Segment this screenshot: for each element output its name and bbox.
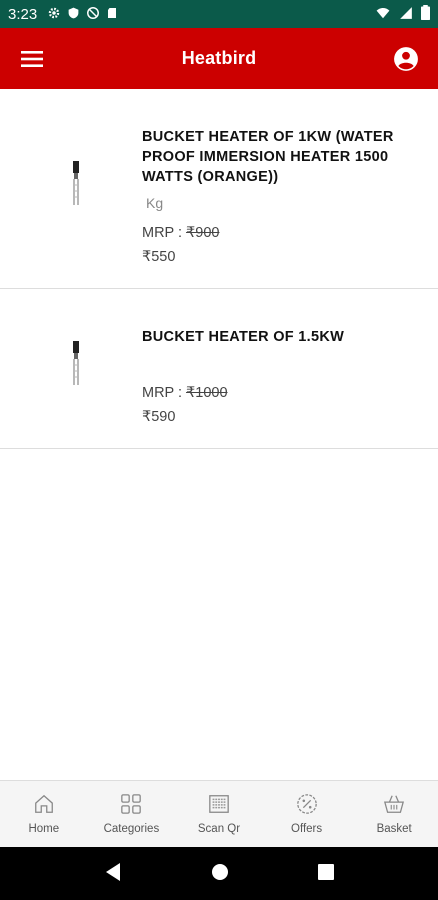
nav-scan-qr[interactable]: Scan Qr [175,781,263,847]
product-card[interactable]: BUCKET HEATER OF 1.5KW MRP : ₹1000 ₹590 [0,289,438,449]
product-image [66,341,86,387]
nav-offers[interactable]: Offers [263,781,351,847]
nav-label: Offers [291,823,323,835]
signal-icon [399,5,413,24]
hamburger-menu-icon[interactable] [0,28,64,89]
sd-card-icon [106,5,118,24]
product-name: BUCKET HEATER OF 1.5KW [142,329,345,345]
mrp-value: ₹1000 [186,385,228,401]
nav-label: Scan Qr [197,823,241,835]
product-card[interactable]: BUCKET HEATER OF 1KW (WATER PROOF IMMERS… [0,89,438,289]
bottom-navigation: Home Categories Scan Qr Offers Basket [0,780,438,847]
app-title: Heatbird [181,48,257,68]
gear-icon [47,5,61,24]
home-icon [33,793,55,819]
discount-badge-icon [296,793,318,819]
recents-icon[interactable] [317,863,334,884]
nav-home[interactable]: Home [0,781,88,847]
product-unit: Kg [146,195,164,211]
product-mrp: MRP : ₹900 [142,225,418,241]
mrp-label: MRP : [142,385,187,401]
product-name: BUCKET HEATER OF 1KW (WATER PROOF IMMERS… [142,129,394,185]
app-bar: Heatbird [0,28,438,89]
home-circle-icon[interactable] [211,863,229,885]
nav-categories[interactable]: Categories [88,781,176,847]
product-price: ₹590 [142,409,176,425]
system-navigation-bar [0,847,438,900]
grid-icon [120,793,142,819]
product-list: BUCKET HEATER OF 1KW (WATER PROOF IMMERS… [0,89,438,449]
nav-label: Basket [376,823,412,835]
product-image [66,161,86,207]
shield-icon [67,5,80,24]
mrp-value: ₹900 [186,225,220,241]
mrp-label: MRP : [142,225,187,241]
nav-label: Categories [103,823,160,835]
product-mrp: MRP : ₹1000 [142,385,418,401]
back-icon[interactable] [104,862,122,886]
qr-scan-icon [208,793,230,819]
basket-icon [383,793,405,819]
nav-label: Home [28,823,60,835]
battery-icon [421,4,430,24]
wifi-icon [375,5,391,24]
status-time: 3:23 [8,5,38,23]
product-price: ₹550 [142,249,176,265]
status-bar: 3:23 [0,0,438,28]
account-circle-icon[interactable] [374,28,438,89]
nav-basket[interactable]: Basket [350,781,438,847]
no-sync-icon [86,5,100,24]
